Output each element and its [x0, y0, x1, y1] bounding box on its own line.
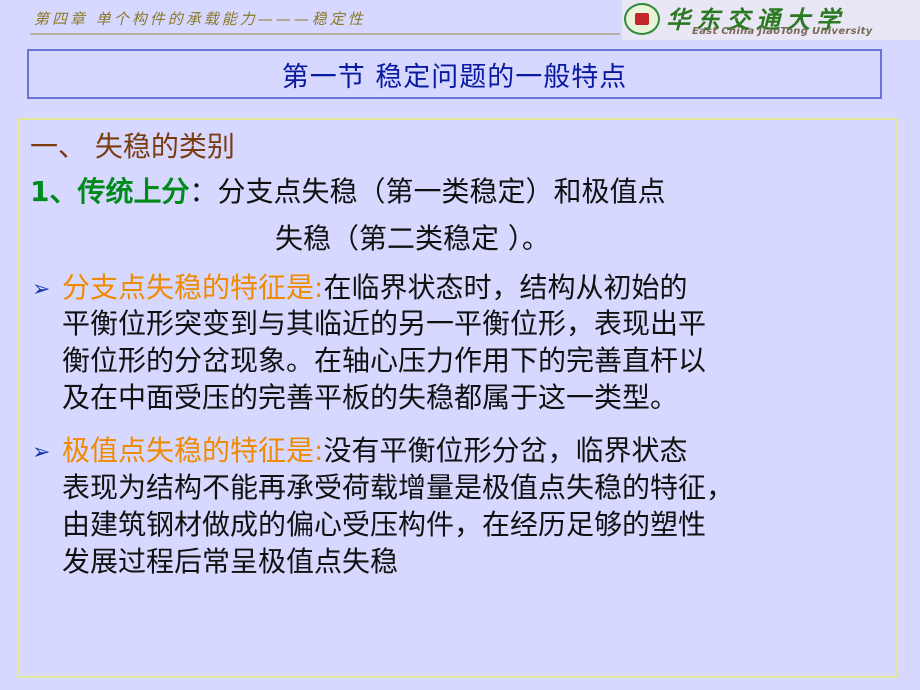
item1-text-line2: 失稳（第二类稳定 ）。: [275, 222, 550, 255]
bullet1-text-line1: 在临界状态时，结构从初始的: [323, 271, 688, 304]
university-emblem-icon: [624, 3, 660, 35]
bullet1-text-line2: 平衡位形突变到与其临近的另一平衡位形，表现出平: [62, 307, 707, 340]
bullet2-text-line2: 表现为结构不能再承受荷载增量是极值点失稳的特征，: [62, 471, 735, 504]
university-logo: 华东交通大学 East China JiaoTong University: [622, 0, 920, 40]
slide-header: 第四章 单个构件的承载能力———稳定性 华东交通大学 East China Ji…: [0, 0, 920, 40]
header-divider: [30, 33, 620, 35]
bullet2-text-line4: 发展过程后常呈极值点失稳: [62, 545, 399, 578]
section-title: 第一节 稳定问题的一般特点: [281, 61, 628, 93]
bullet2-line1: 极值点失稳的特征是:没有平衡位形分岔，临界状态: [62, 437, 687, 465]
item1-line1: 1、传统上分：分支点失稳（第一类稳定）和极值点: [30, 178, 666, 206]
bullet1-label: 分支点失稳的特征是:: [62, 271, 324, 304]
bullet-arrow-icon: ➢: [32, 440, 51, 465]
chapter-title: 第四章 单个构件的承载能力———稳定性: [34, 10, 366, 28]
bullet1-line1: 分支点失稳的特征是:在临界状态时，结构从初始的: [62, 274, 687, 302]
section-title-box: 第一节 稳定问题的一般特点: [27, 49, 882, 99]
item1-text-line1: 分支点失稳（第一类稳定）和极值点: [217, 175, 666, 208]
bullet1-text-line4: 及在中面受压的完善平板的失稳都属于这一类型。: [62, 381, 679, 414]
logo-english-name: East China JiaoTong University: [692, 26, 873, 37]
item1-label: 1、传统上分: [30, 175, 190, 208]
bullet1-text-line3: 衡位形的分岔现象。在轴心压力作用下的完善直杆以: [62, 344, 707, 377]
bullet2-text-line1: 没有平衡位形分岔，临界状态: [323, 434, 688, 467]
item1-colon: ：: [189, 175, 218, 208]
emblem-center-icon: [635, 13, 649, 25]
bullet-arrow-icon: ➢: [32, 277, 51, 302]
bullet2-label: 极值点失稳的特征是:: [62, 434, 324, 467]
bullet2-text-line3: 由建筑钢材做成的偏心受压构件，在经历足够的塑性: [62, 508, 707, 541]
heading-instability-types: 一、 失稳的类别: [30, 130, 235, 163]
